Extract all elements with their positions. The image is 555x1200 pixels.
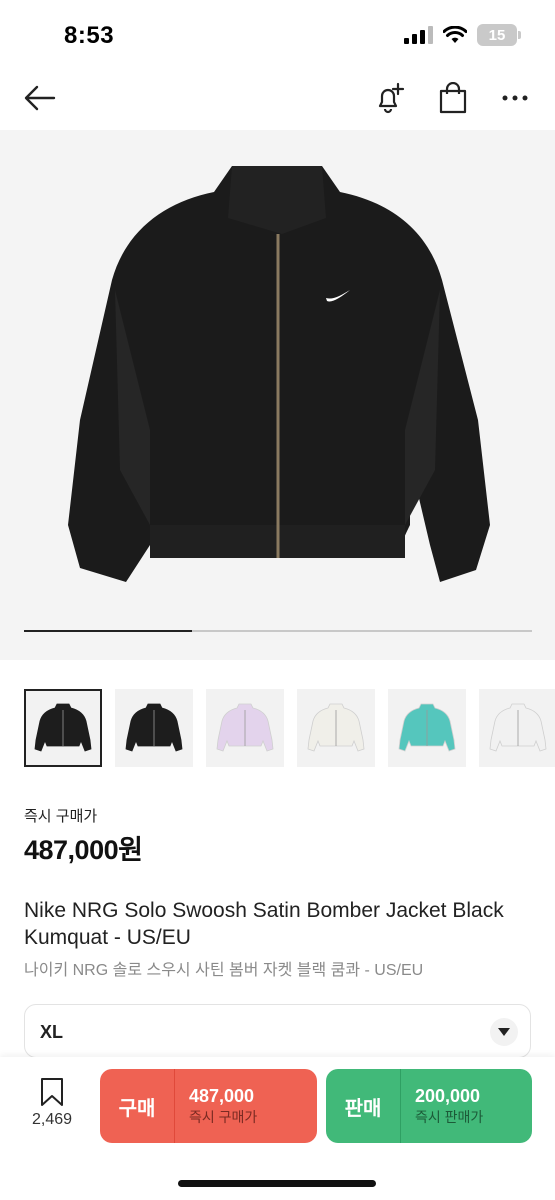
- thumbnail-5[interactable]: [388, 689, 466, 767]
- buy-price: 487,000: [189, 1086, 255, 1106]
- size-dropdown-toggle[interactable]: [490, 1018, 518, 1046]
- caret-down-icon: [498, 1028, 510, 1036]
- buy-info: 487,000 즉시 구매가: [175, 1085, 257, 1127]
- product-title: Nike NRG Solo Swoosh Satin Bomber Jacket…: [24, 899, 504, 949]
- sell-price: 200,000: [415, 1086, 481, 1106]
- thumbnail-6[interactable]: [479, 689, 555, 767]
- bookmark-icon: [41, 1078, 63, 1106]
- wishlist-button[interactable]: 2,469: [22, 1077, 82, 1137]
- sell-price-caption: 즉시 판매가: [415, 1109, 484, 1125]
- thumbnail-jacket-image: [489, 703, 547, 752]
- carousel-progress-fill: [24, 630, 192, 632]
- thumbnail-jacket-image: [34, 703, 92, 752]
- app-header: [0, 66, 555, 130]
- size-select[interactable]: XL: [24, 1004, 531, 1058]
- thumbnail-4[interactable]: [297, 689, 375, 767]
- shopping-bag-icon: [439, 82, 467, 114]
- thumbnail-jacket-image: [216, 703, 274, 752]
- arrow-left-icon: [24, 85, 56, 111]
- thumbnail-jacket-image: [398, 703, 456, 752]
- thumbnail-jacket-image: [307, 703, 365, 752]
- buy-label: 구매: [118, 1097, 156, 1120]
- more-button[interactable]: [495, 78, 535, 118]
- sell-button[interactable]: 판매 200,000 즉시 판매가: [326, 1069, 532, 1143]
- buy-price-caption: 즉시 구매가: [189, 1109, 258, 1125]
- instant-buy-price: 487,000원: [24, 835, 143, 865]
- cart-button[interactable]: [433, 78, 473, 118]
- status-time: 8:53: [64, 22, 115, 49]
- product-title-korean: 나이키 NRG 솔로 스우시 사틴 봄버 자켓 블랙 쿰콰 - US/EU: [24, 962, 424, 979]
- thumbnail-jacket-image: [125, 703, 183, 752]
- thumbnail-3[interactable]: [206, 689, 284, 767]
- thumbnail-2[interactable]: [115, 689, 193, 767]
- thumbnail-1[interactable]: [24, 689, 102, 767]
- status-icons: 15: [404, 24, 521, 46]
- battery-level: 15: [488, 26, 506, 44]
- home-indicator: [178, 1180, 376, 1187]
- sell-label: 판매: [344, 1097, 382, 1120]
- instant-buy-price-label: 즉시 구매가: [24, 808, 98, 825]
- battery-indicator: 15: [477, 24, 521, 46]
- notify-button[interactable]: [370, 78, 410, 118]
- product-image: [68, 166, 490, 582]
- cellular-signal-icon: [404, 26, 433, 44]
- wishlist-count: 2,469: [31, 1111, 73, 1128]
- back-button[interactable]: [20, 78, 60, 118]
- sell-info: 200,000 즉시 판매가: [401, 1085, 483, 1127]
- bottom-action-bar: 2,469 구매 487,000 즉시 구매가 판매 200,000 즉시 판매…: [0, 1057, 555, 1200]
- buy-button[interactable]: 구매 487,000 즉시 구매가: [100, 1069, 317, 1143]
- carousel-progress: [24, 630, 532, 632]
- size-value: XL: [40, 1022, 64, 1042]
- wifi-icon: [443, 26, 467, 43]
- thumbnail-strip: [0, 689, 555, 771]
- more-horizontal-icon: [502, 95, 528, 101]
- bell-plus-icon: [378, 82, 405, 114]
- product-image-carousel[interactable]: [0, 130, 555, 660]
- status-bar: 8:53 15: [0, 0, 555, 66]
